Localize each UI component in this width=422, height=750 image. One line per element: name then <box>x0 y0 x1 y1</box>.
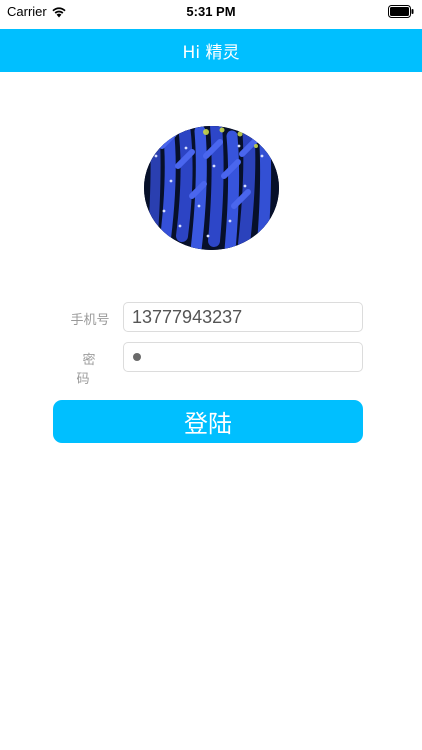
avatar-coral-image <box>144 126 279 250</box>
phone-label: 手机号 <box>70 313 110 328</box>
nav-title: Hi 精灵 <box>182 43 240 63</box>
password-mask-dot <box>133 353 141 361</box>
password-row: 密码 <box>0 342 422 387</box>
nav-bar: Hi 精灵 <box>0 29 422 72</box>
status-time: 5:31 PM <box>186 4 236 19</box>
battery-icon <box>388 5 414 18</box>
phone-row: 手机号 13777943237 <box>0 302 422 334</box>
login-button[interactable]: 登陆 <box>53 400 363 443</box>
phone-input[interactable]: 13777943237 <box>123 302 363 332</box>
phone-value: 13777943237 <box>132 306 243 327</box>
status-bar: Carrier 5:31 PM <box>0 0 422 26</box>
login-button-label: 登陆 <box>184 410 232 438</box>
password-input[interactable] <box>123 342 363 372</box>
password-label: 密码 <box>76 353 110 387</box>
login-screen: Carrier 5:31 PM Hi 精灵 手机号 13777943237 密码… <box>0 0 422 750</box>
